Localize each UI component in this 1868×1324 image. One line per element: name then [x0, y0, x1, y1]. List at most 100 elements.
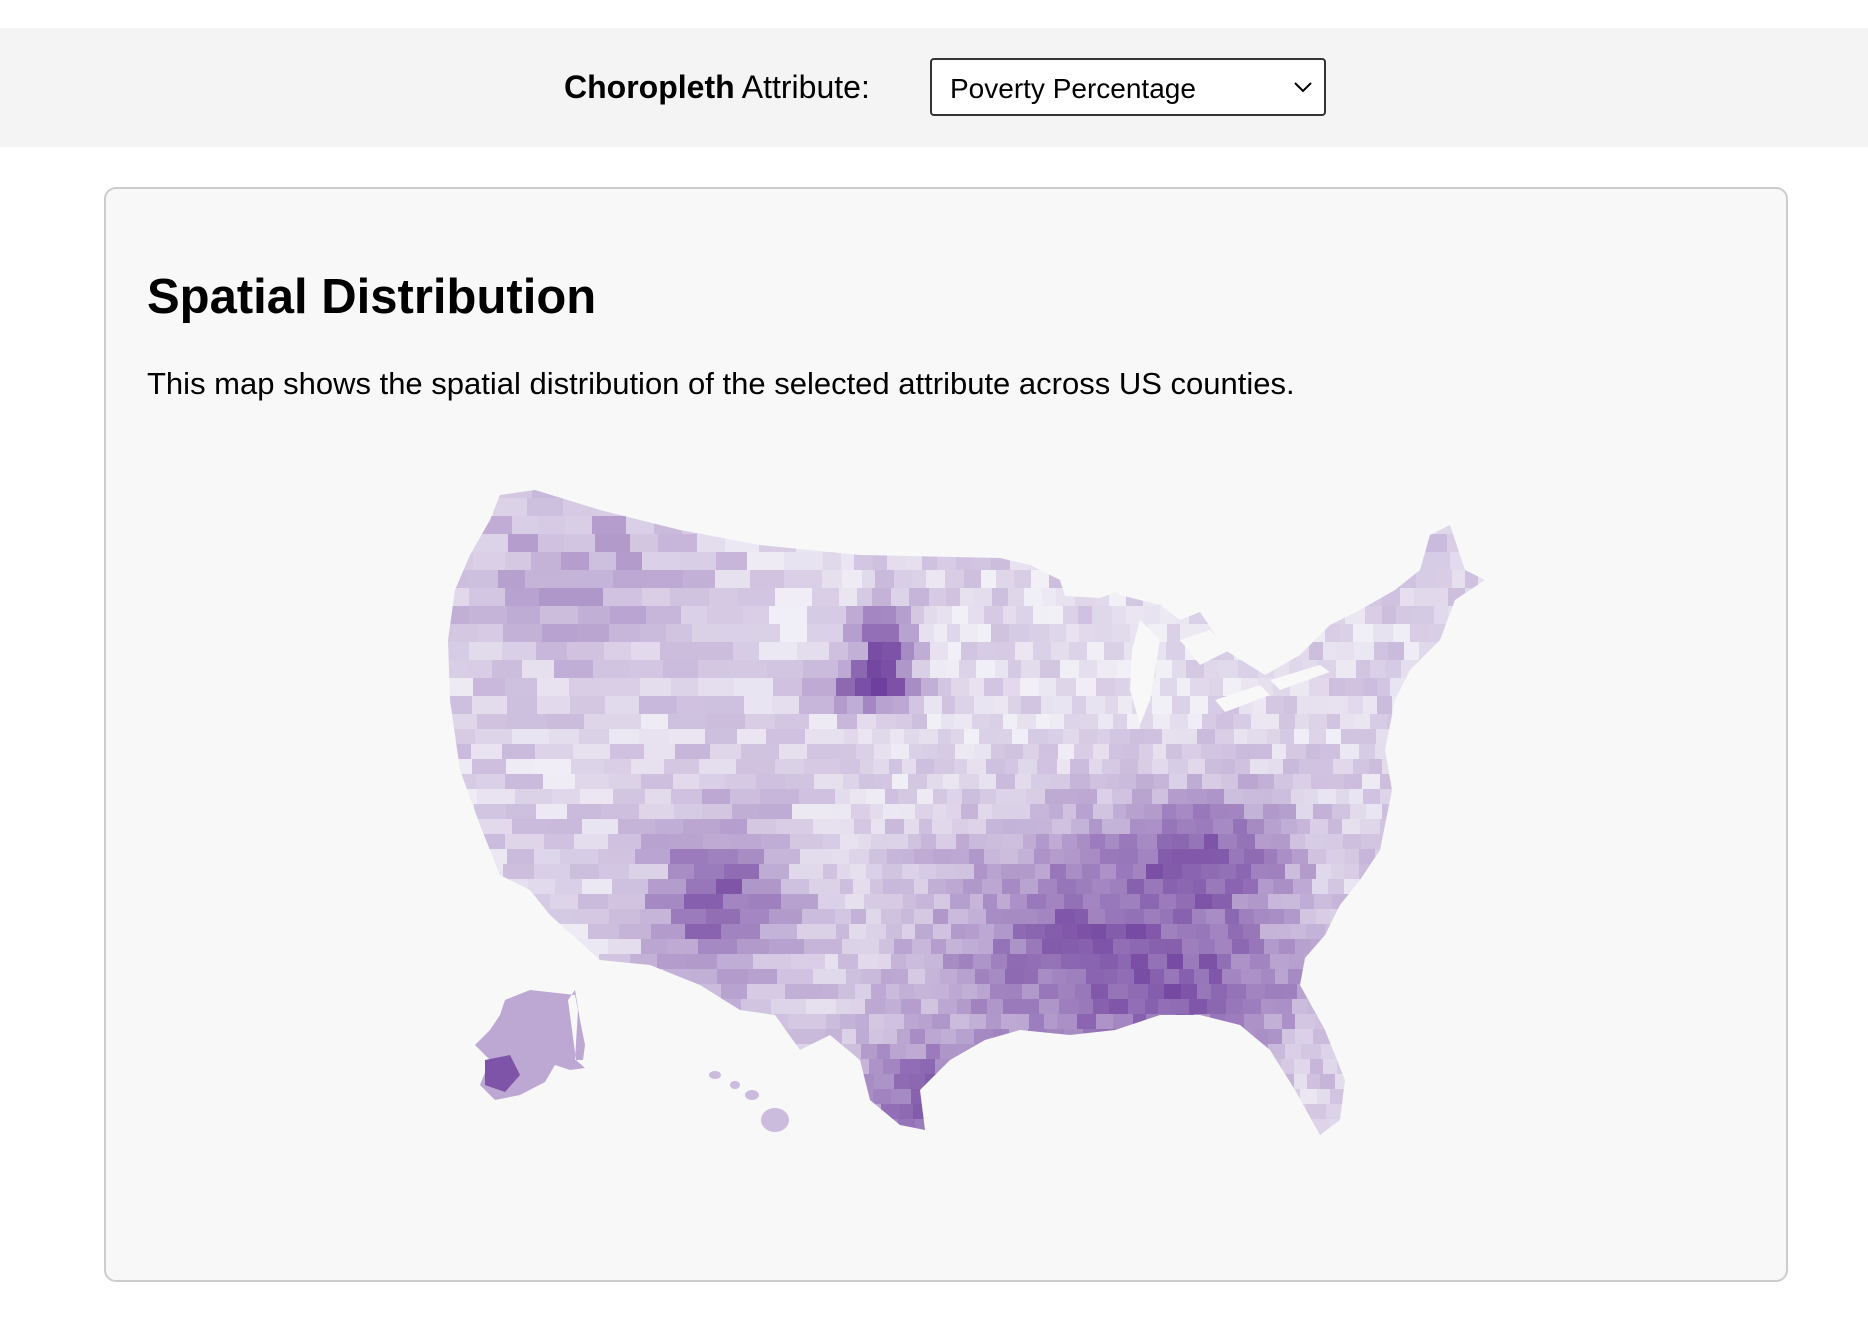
county-cell	[887, 849, 902, 865]
county-cell	[969, 834, 988, 850]
county-cell	[546, 714, 585, 730]
county-cell	[799, 789, 836, 805]
county-cell	[1441, 909, 1460, 925]
county-cell	[1177, 729, 1198, 745]
county-cell	[959, 774, 980, 790]
county-cell	[1299, 498, 1318, 517]
county-cell	[1368, 1059, 1389, 1075]
county-cell	[1487, 1044, 1505, 1060]
county-cell	[930, 660, 947, 679]
county-cell	[1302, 1134, 1318, 1135]
county-cell	[1471, 516, 1485, 535]
county-cell	[1023, 1059, 1042, 1075]
county-cell	[1432, 744, 1448, 760]
county-cell	[780, 624, 808, 643]
county-cell	[1036, 714, 1051, 730]
county-cell	[630, 954, 658, 970]
county-cell	[1188, 516, 1208, 535]
county-cell	[1331, 1029, 1346, 1045]
county-cell	[1325, 516, 1345, 535]
county-cell	[742, 879, 782, 895]
county-cell	[771, 999, 807, 1015]
county-cell	[952, 819, 969, 835]
county-cell	[931, 1089, 946, 1105]
county-cell	[1447, 498, 1467, 517]
county-cell	[1005, 744, 1024, 760]
county-cell	[1143, 490, 1159, 499]
county-cell	[1308, 969, 1328, 985]
county-cell	[866, 924, 887, 940]
county-cell	[947, 1119, 962, 1135]
county-cell	[1202, 1119, 1222, 1135]
county-cell	[1348, 696, 1364, 715]
county-cell	[1430, 969, 1451, 985]
county-cell	[1177, 924, 1197, 940]
county-cell	[948, 642, 962, 661]
county-cell	[858, 954, 879, 970]
county-cell	[1077, 1014, 1097, 1030]
county-cell	[1273, 516, 1292, 535]
county-cell	[747, 819, 777, 835]
county-cell	[1031, 516, 1051, 535]
county-cell	[588, 924, 620, 940]
county-cell	[1264, 849, 1278, 865]
county-cell	[776, 819, 814, 835]
county-cell	[1176, 606, 1190, 625]
county-cell	[1388, 642, 1405, 661]
county-cell	[1255, 834, 1272, 850]
county-cell	[1235, 1119, 1250, 1135]
county-cell	[468, 1134, 500, 1135]
county-cell	[1243, 789, 1258, 805]
county-cell	[1126, 924, 1147, 940]
county-cell	[905, 678, 922, 697]
county-cell	[1383, 954, 1397, 970]
county-cell	[1126, 804, 1145, 820]
county-cell	[912, 570, 927, 589]
county-cell	[935, 516, 953, 535]
county-cell	[1416, 498, 1435, 517]
county-cell	[861, 969, 882, 985]
county-cell	[1055, 909, 1076, 925]
county-cell	[1105, 696, 1119, 715]
county-cell	[1283, 1089, 1301, 1105]
county-cell	[1064, 849, 1081, 865]
county-cell	[1216, 1074, 1231, 1090]
county-cell	[824, 1104, 840, 1120]
county-cell	[448, 879, 472, 895]
county-cell	[680, 552, 717, 571]
county-cell	[1129, 1089, 1145, 1105]
county-cell	[1207, 516, 1224, 535]
county-cell	[1391, 1089, 1408, 1105]
county-cell	[1036, 834, 1050, 850]
county-cell	[1065, 552, 1085, 571]
us-counties-choropleth-map[interactable]	[0, 0, 1868, 1324]
county-cell	[886, 924, 903, 940]
county-cell	[1042, 939, 1062, 955]
county-cell	[891, 1089, 912, 1105]
county-cell	[473, 552, 506, 571]
county-cell	[1202, 714, 1217, 730]
county-cell	[608, 939, 642, 955]
county-cell	[914, 849, 934, 865]
county-cell	[1244, 849, 1265, 865]
county-cell	[758, 1074, 792, 1090]
county-cell	[698, 939, 738, 955]
county-cell	[1247, 588, 1266, 607]
county-cell	[1486, 1029, 1504, 1045]
county-cell	[1470, 819, 1485, 835]
county-cell	[1118, 696, 1133, 715]
county-cell	[1469, 1089, 1485, 1105]
county-cell	[1336, 660, 1357, 679]
county-cell	[1313, 804, 1333, 820]
county-cell	[639, 729, 670, 745]
county-cell	[973, 1089, 988, 1105]
county-cell	[1008, 588, 1025, 607]
county-cell	[1496, 552, 1513, 571]
county-cell	[1350, 1059, 1369, 1075]
county-cell	[1391, 1029, 1405, 1045]
county-cell	[1033, 606, 1048, 625]
county-cell	[851, 804, 871, 820]
county-cell	[1091, 498, 1107, 517]
county-cell	[1001, 1014, 1017, 1030]
county-cell	[1395, 849, 1416, 865]
